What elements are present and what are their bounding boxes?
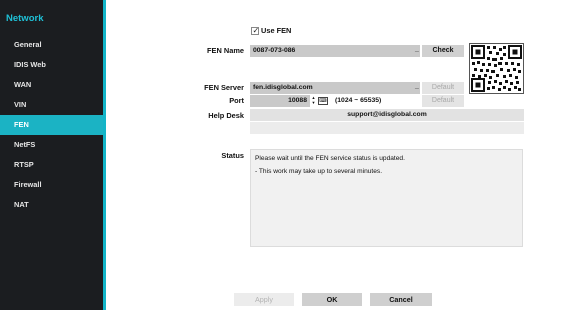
- status-line: - This work may take up to several minut…: [255, 168, 383, 175]
- server-default-button[interactable]: Default: [422, 82, 464, 94]
- use-fen-label: Use FEN: [261, 26, 292, 35]
- help-desk-label: Help Desk: [208, 111, 244, 120]
- sidebar-title: Network: [6, 13, 44, 24]
- spin-down-icon[interactable]: ▼: [311, 100, 316, 105]
- sidebar-item-vin[interactable]: VIN: [0, 95, 103, 115]
- qr-code-icon: [469, 43, 524, 94]
- sidebar-item-rtsp[interactable]: RTSP: [0, 155, 103, 175]
- sidebar-item-general[interactable]: General: [0, 35, 103, 55]
- port-label: Port: [229, 96, 244, 105]
- help-desk-extra: [250, 122, 524, 134]
- port-input[interactable]: 10088: [250, 95, 310, 107]
- port-range: (1024 ~ 65535): [335, 97, 382, 104]
- fen-name-input[interactable]: 0087-073-086: [250, 45, 420, 57]
- sidebar-item-idis-web[interactable]: IDIS Web: [0, 55, 103, 75]
- port-default-button[interactable]: Default: [422, 95, 464, 107]
- help-desk-value: support@idisglobal.com: [250, 109, 524, 121]
- fen-server-label: FEN Server: [204, 83, 244, 92]
- keyboard-icon[interactable]: ⌨: [318, 97, 328, 105]
- sidebar-item-wan[interactable]: WAN: [0, 75, 103, 95]
- apply-button[interactable]: Apply: [234, 293, 294, 306]
- status-box: Please wait until the FEN service status…: [250, 149, 523, 247]
- fen-name-label: FEN Name: [207, 46, 244, 55]
- ok-button[interactable]: OK: [302, 293, 362, 306]
- sidebar-item-fen[interactable]: FEN: [0, 115, 103, 135]
- sidebar: Network General IDIS Web WAN VIN FEN Net…: [0, 0, 106, 310]
- fen-settings-panel: Use FEN FEN Name 0087-073-086 _ Check: [106, 0, 561, 310]
- check-button[interactable]: Check: [422, 45, 464, 57]
- sidebar-item-firewall[interactable]: Firewall: [0, 175, 103, 195]
- status-label: Status: [221, 151, 244, 160]
- sidebar-item-netfs[interactable]: NetFS: [0, 135, 103, 155]
- fen-server-input[interactable]: fen.idisglobal.com: [250, 82, 420, 94]
- use-fen-checkbox[interactable]: [251, 26, 259, 35]
- fen-server-dash: _: [415, 83, 419, 90]
- sidebar-item-nat[interactable]: NAT: [0, 195, 103, 215]
- fen-name-dash: _: [415, 46, 419, 53]
- cancel-button[interactable]: Cancel: [370, 293, 432, 306]
- port-spinner[interactable]: ▲ ▼: [311, 95, 316, 107]
- status-line: Please wait until the FEN service status…: [255, 155, 405, 162]
